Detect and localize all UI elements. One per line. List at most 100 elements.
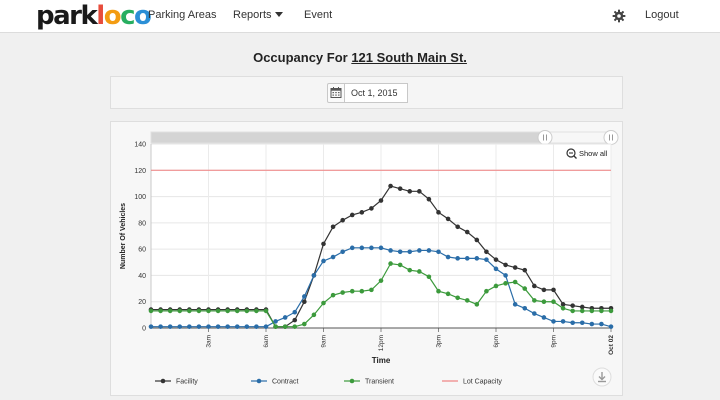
data-point[interactable] xyxy=(493,257,499,262)
data-point[interactable] xyxy=(551,319,556,324)
data-point[interactable] xyxy=(579,320,585,326)
data-point[interactable] xyxy=(177,324,183,329)
data-point[interactable] xyxy=(551,299,556,305)
data-point[interactable] xyxy=(503,273,508,278)
data-point[interactable] xyxy=(484,257,489,262)
nav-event[interactable]: Event xyxy=(304,9,332,21)
data-point[interactable] xyxy=(263,324,269,329)
data-point[interactable] xyxy=(541,315,547,320)
data-point[interactable] xyxy=(599,308,604,314)
data-point[interactable] xyxy=(426,274,432,280)
data-point[interactable] xyxy=(340,290,345,295)
data-point[interactable] xyxy=(579,308,585,314)
data-point[interactable] xyxy=(532,311,537,316)
data-point[interactable] xyxy=(158,308,163,314)
data-point[interactable] xyxy=(436,210,441,215)
data-point[interactable] xyxy=(234,324,240,329)
data-point[interactable] xyxy=(503,281,508,286)
data-point[interactable] xyxy=(474,302,480,307)
data-point[interactable] xyxy=(167,324,173,329)
data-point[interactable] xyxy=(608,308,614,314)
data-point[interactable] xyxy=(292,324,298,329)
data-point[interactable] xyxy=(532,283,537,289)
data-point[interactable] xyxy=(493,266,499,272)
data-point[interactable] xyxy=(455,224,460,230)
data-point[interactable] xyxy=(455,295,460,301)
data-point[interactable] xyxy=(464,298,470,303)
data-point[interactable] xyxy=(311,273,317,278)
data-point[interactable] xyxy=(340,217,345,223)
data-point[interactable] xyxy=(369,287,374,293)
data-point[interactable] xyxy=(522,267,528,273)
data-point[interactable] xyxy=(359,210,365,215)
data-point[interactable] xyxy=(560,302,566,307)
data-point[interactable] xyxy=(417,248,422,253)
data-point[interactable] xyxy=(321,241,326,247)
data-point[interactable] xyxy=(158,324,163,329)
calendar-button[interactable] xyxy=(327,83,345,103)
data-point[interactable] xyxy=(541,287,547,293)
data-point[interactable] xyxy=(436,288,441,294)
data-point[interactable] xyxy=(330,292,336,298)
data-point[interactable] xyxy=(388,183,393,189)
data-point[interactable] xyxy=(206,324,211,329)
data-point[interactable] xyxy=(407,189,413,194)
data-point[interactable] xyxy=(464,229,470,235)
data-point[interactable] xyxy=(321,300,326,306)
data-point[interactable] xyxy=(522,286,528,291)
data-point[interactable] xyxy=(273,324,278,329)
data-point[interactable] xyxy=(196,308,202,314)
data-point[interactable] xyxy=(464,256,470,261)
data-point[interactable] xyxy=(254,308,259,314)
data-point[interactable] xyxy=(282,324,288,329)
data-point[interactable] xyxy=(570,320,575,326)
data-point[interactable] xyxy=(225,308,230,314)
legend-item-transient[interactable]: Transient xyxy=(344,379,394,386)
data-point[interactable] xyxy=(560,305,566,311)
data-point[interactable] xyxy=(359,288,365,294)
data-point[interactable] xyxy=(349,288,355,294)
data-point[interactable] xyxy=(206,308,211,314)
data-point[interactable] xyxy=(302,321,307,327)
data-point[interactable] xyxy=(608,324,614,329)
data-point[interactable] xyxy=(215,308,221,314)
data-point[interactable] xyxy=(263,308,269,314)
data-point[interactable] xyxy=(512,302,518,307)
data-point[interactable] xyxy=(426,248,432,253)
data-point[interactable] xyxy=(167,308,173,314)
data-point[interactable] xyxy=(244,308,250,314)
data-point[interactable] xyxy=(292,309,298,315)
data-point[interactable] xyxy=(148,324,154,329)
logout-link[interactable]: Logout xyxy=(645,9,679,21)
data-point[interactable] xyxy=(493,283,499,289)
data-point[interactable] xyxy=(484,249,489,255)
data-point[interactable] xyxy=(359,245,365,251)
data-point[interactable] xyxy=(397,186,403,191)
data-point[interactable] xyxy=(177,308,183,314)
data-point[interactable] xyxy=(349,212,355,218)
data-point[interactable] xyxy=(388,261,393,266)
data-point[interactable] xyxy=(388,248,393,253)
data-point[interactable] xyxy=(570,303,575,308)
nav-reports-dropdown[interactable]: Reports xyxy=(233,9,283,21)
data-point[interactable] xyxy=(541,299,547,305)
data-point[interactable] xyxy=(560,319,566,324)
data-point[interactable] xyxy=(426,196,432,202)
data-point[interactable] xyxy=(407,267,413,273)
data-point[interactable] xyxy=(302,294,307,299)
data-point[interactable] xyxy=(484,288,489,294)
data-point[interactable] xyxy=(397,262,403,268)
data-point[interactable] xyxy=(589,308,595,314)
data-point[interactable] xyxy=(311,312,317,318)
data-point[interactable] xyxy=(330,224,336,230)
legend-item-contract[interactable]: Contract xyxy=(251,379,299,386)
data-point[interactable] xyxy=(436,249,441,255)
data-point[interactable] xyxy=(445,254,451,260)
nav-parking-areas[interactable]: Parking Areas xyxy=(148,9,216,21)
data-point[interactable] xyxy=(378,278,384,283)
data-point[interactable] xyxy=(522,305,528,311)
data-point[interactable] xyxy=(570,308,575,314)
data-point[interactable] xyxy=(512,279,518,285)
gear-icon[interactable] xyxy=(612,9,626,23)
data-point[interactable] xyxy=(378,198,384,203)
